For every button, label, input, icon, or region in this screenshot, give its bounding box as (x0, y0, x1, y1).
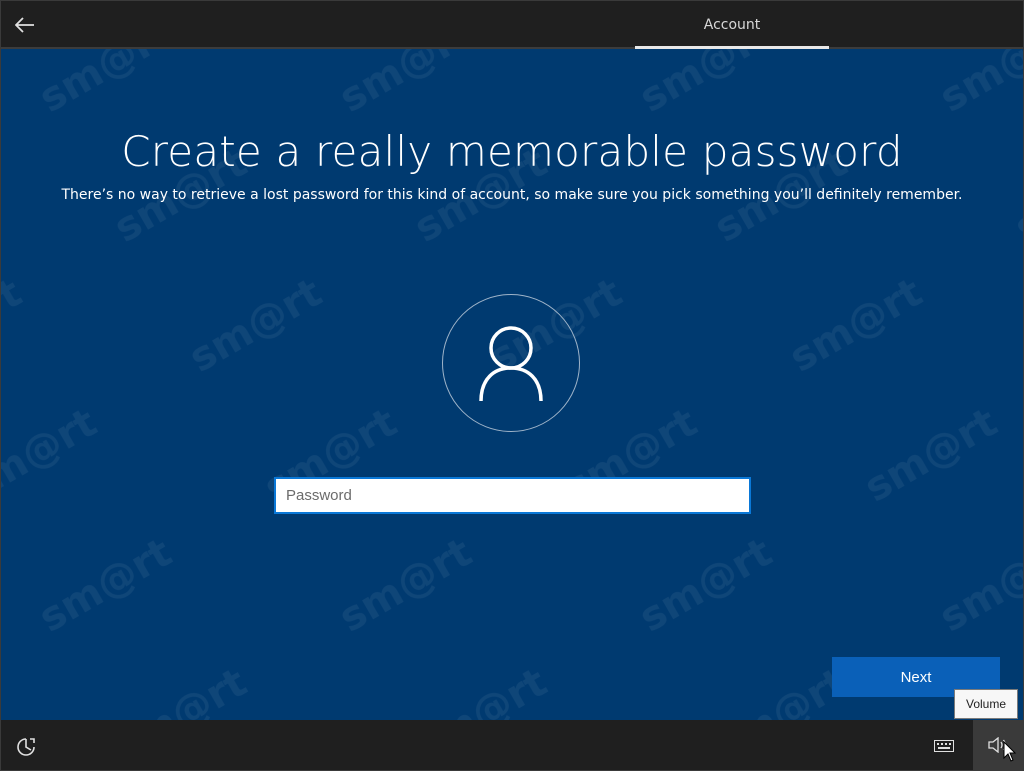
mouse-cursor-icon (1003, 741, 1017, 762)
ease-of-access-icon (17, 738, 35, 756)
password-input[interactable] (274, 477, 751, 514)
back-button[interactable] (11, 11, 39, 39)
back-arrow-icon (15, 17, 34, 33)
tab-account[interactable]: Account (635, 1, 829, 49)
keyboard-icon (934, 740, 954, 752)
setup-window: Account sm@rt Create a really memorable … (0, 0, 1024, 771)
keyboard-button[interactable] (931, 734, 957, 758)
main-content: sm@rt Create a really memorable password… (1, 49, 1023, 720)
top-bar: Account (1, 1, 1023, 49)
bottom-bar (1, 720, 1023, 770)
volume-tooltip: Volume (954, 689, 1018, 719)
page-subtitle: There’s no way to retrieve a lost passwo… (61, 187, 963, 203)
ease-of-access-button[interactable] (13, 734, 39, 760)
page-title: Create a really memorable password (121, 127, 903, 176)
user-icon (479, 326, 543, 402)
avatar (442, 294, 580, 432)
